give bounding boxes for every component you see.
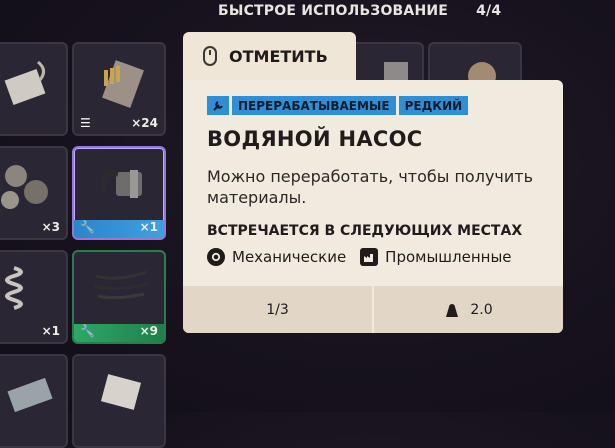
item-icon <box>4 60 46 106</box>
found-heading: ВСТРЕЧАЕТСЯ В СЛЕДУЮЩИХ МЕСТАХ <box>207 223 523 239</box>
location-list: Механические Промышленные <box>207 248 512 266</box>
item-count: ×1 <box>139 220 158 234</box>
item-count: ×1 <box>41 324 60 338</box>
item-weight: 2.0 <box>374 286 563 333</box>
item-title: ВОДЯНОЙ НАСОС <box>207 127 423 151</box>
weight-value: 2.0 <box>470 301 493 318</box>
mouse-icon <box>203 46 217 66</box>
mark-label: ОТМЕТИТЬ <box>229 46 328 66</box>
inventory-slot[interactable] <box>0 42 68 136</box>
inventory-slot[interactable]: ☰ ×24 <box>72 42 166 136</box>
tag-recyclable: ПЕРЕРАБАТЫВАЕМЫЕ <box>232 96 396 115</box>
quick-use-title: БЫСТРОЕ ИСПОЛЬЗОВАНИЕ <box>218 3 449 19</box>
location-mechanical: Механические <box>207 248 346 266</box>
quick-use-header: БЫСТРОЕ ИСПОЛЬЗОВАНИЕ 4/4 <box>218 0 501 22</box>
location-label: Механические <box>232 248 347 266</box>
list-icon: ☰ <box>80 116 91 130</box>
wires-icon <box>93 270 149 300</box>
water-pump-icon <box>100 170 142 198</box>
location-industrial: Промышленные <box>360 248 512 266</box>
item-count: ×9 <box>139 324 158 338</box>
item-description: Можно переработать, чтобы получить матер… <box>207 167 534 207</box>
inventory-slot[interactable] <box>0 354 68 448</box>
wrench-icon: 🔧 <box>80 324 95 338</box>
inventory-slot[interactable]: ×3 <box>0 146 68 240</box>
ammo-box-icon <box>102 60 144 108</box>
stack-value: 1/3 <box>266 301 289 318</box>
fabric-icon <box>100 374 142 410</box>
item-count: ×3 <box>41 220 60 234</box>
inventory-slot[interactable] <box>72 354 166 448</box>
item-icon <box>7 377 53 413</box>
item-tooltip: ПЕРЕРАБАТЫВАЕМЫЕ РЕДКИЙ ВОДЯНОЙ НАСОС Мо… <box>183 80 563 333</box>
stack-size: 1/3 <box>183 286 372 333</box>
gears-icon <box>1 165 48 209</box>
tag-rarity: РЕДКИЙ <box>398 96 469 115</box>
spring-icon <box>5 266 23 310</box>
factory-icon <box>360 248 379 266</box>
item-count: ×24 <box>131 116 158 130</box>
quick-use-counter: 4/4 <box>476 3 502 19</box>
inventory-slot[interactable]: 🔧 ×9 <box>72 250 166 344</box>
tooltip-footer: 1/3 2.0 <box>183 286 563 333</box>
location-label: Промышленные <box>385 248 512 266</box>
inventory-slot-selected[interactable]: 🔧 ×1 <box>72 146 166 240</box>
gear-icon <box>207 248 225 266</box>
wrench-icon <box>207 96 229 115</box>
wrench-icon: 🔧 <box>80 220 95 234</box>
tag-row: ПЕРЕРАБАТЫВАЕМЫЕ РЕДКИЙ <box>207 96 469 115</box>
weight-icon <box>446 303 459 317</box>
inventory-slot[interactable]: ×1 <box>0 250 68 344</box>
mark-button[interactable]: ОТМЕТИТЬ <box>183 32 356 80</box>
